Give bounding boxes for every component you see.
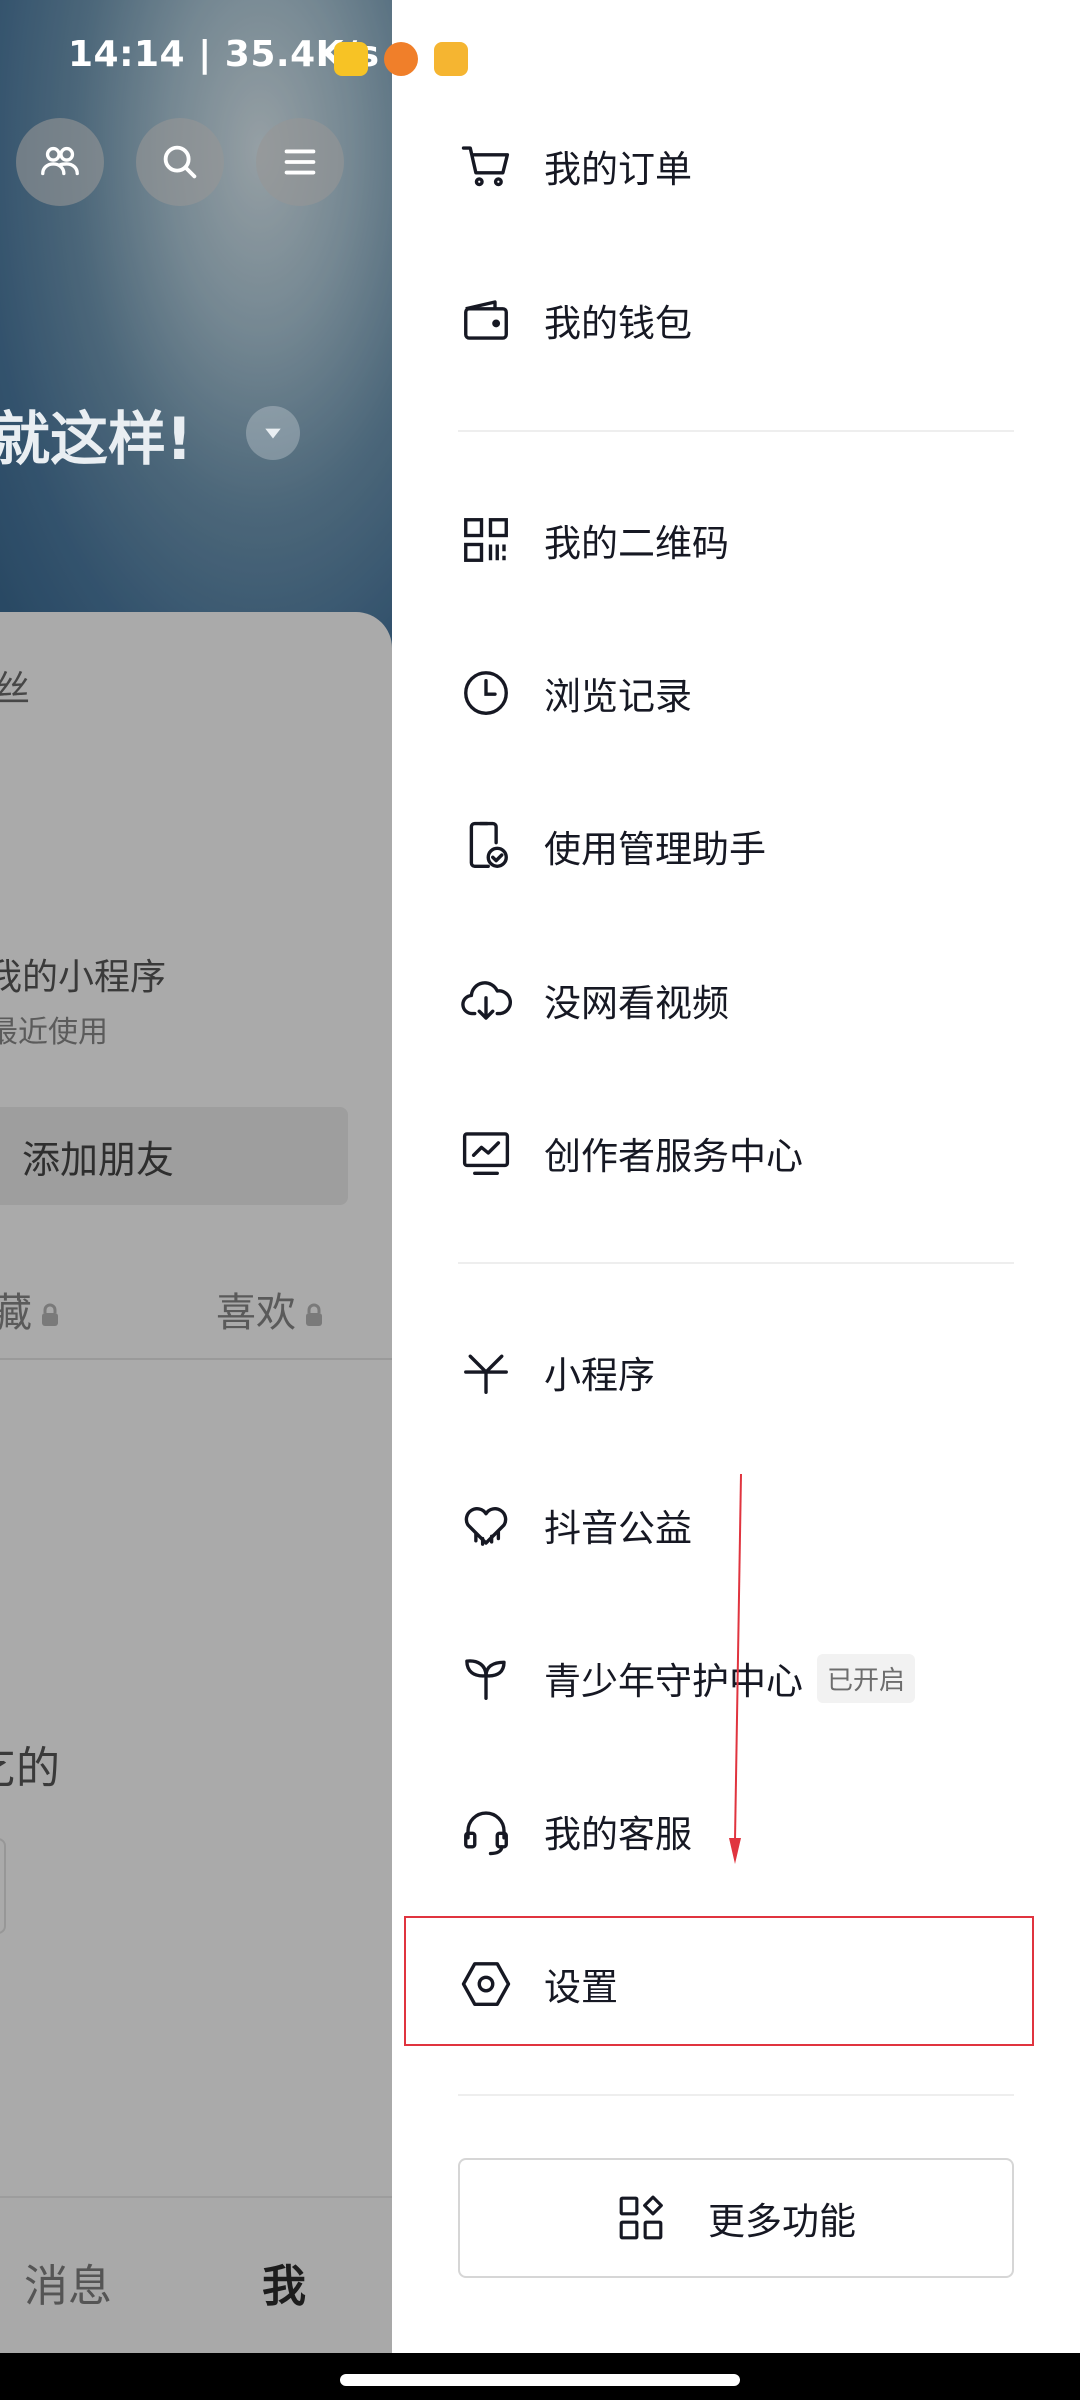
- menu-item-label: 青少年守护中心: [544, 1660, 803, 1703]
- nav-messages[interactable]: 消息: [24, 2250, 112, 2314]
- meituan-app-icon: [334, 42, 368, 76]
- nav-me[interactable]: 我: [262, 2250, 306, 2314]
- tabs-divider: [0, 1358, 392, 1360]
- lock-icon: [42, 1303, 58, 1326]
- tab-favorites-label: 藏: [0, 1290, 32, 1336]
- status-time-speed: 14:14 | 35.4K/s: [68, 34, 380, 75]
- highlight-box: [404, 1916, 1034, 2046]
- add-friend-button[interactable]: 添加朋友: [0, 1107, 348, 1205]
- menu-item-mini-programs[interactable]: 小程序: [458, 1322, 1018, 1422]
- menu-item-charity[interactable]: 抖音公益: [458, 1475, 1018, 1575]
- menu-item-label: 使用管理助手: [544, 828, 766, 871]
- notification-app-icon: [384, 42, 418, 76]
- search-icon: [163, 145, 197, 179]
- menu-item-label: 创作者服务中心: [544, 1135, 803, 1178]
- friends-button[interactable]: [16, 118, 104, 206]
- triangle-down-icon: [265, 428, 281, 439]
- monitor-chart-icon: [458, 1125, 514, 1181]
- qrcode-icon: [458, 512, 514, 568]
- lock-icon: [306, 1303, 322, 1326]
- profile-content-card: [0, 612, 392, 2353]
- menu-item-offline-video[interactable]: 没网看视频: [458, 950, 1018, 1050]
- menu-item-orders[interactable]: 我的订单: [458, 116, 1018, 216]
- heart-rain-icon: [458, 1497, 514, 1553]
- hamburger-icon: [284, 149, 316, 175]
- headset-icon: [458, 1803, 514, 1859]
- menu-item-label: 抖音公益: [544, 1507, 692, 1550]
- bottom-navigation: 消息 我: [0, 2196, 392, 2353]
- search-button[interactable]: [136, 118, 224, 206]
- menu-item-youth-protection[interactable]: 青少年守护中心 已开启: [458, 1628, 1018, 1728]
- tab-favorites[interactable]: 藏: [0, 1280, 60, 1338]
- menu-item-label: 小程序: [544, 1354, 655, 1397]
- menu-item-wallet[interactable]: 我的钱包: [458, 270, 1018, 370]
- menu-divider: [458, 430, 1014, 432]
- menu-item-label: 我的钱包: [544, 302, 692, 345]
- friends-icon: [41, 146, 79, 176]
- wallet-icon: [458, 292, 514, 348]
- menu-item-history[interactable]: 浏览记录: [458, 643, 1018, 743]
- tab-likes[interactable]: 喜欢: [216, 1280, 324, 1338]
- more-features-label: 更多功能: [708, 2200, 856, 2243]
- profile-cover-background: [0, 0, 392, 660]
- asterisk-icon: [458, 1344, 514, 1400]
- status-badge: 已开启: [817, 1653, 916, 1703]
- more-features-button[interactable]: 更多功能: [458, 2158, 1014, 2278]
- menu-button[interactable]: [256, 118, 344, 206]
- profile-name: 就这样!: [0, 405, 193, 473]
- tab-likes-label: 喜欢: [216, 1290, 296, 1336]
- menu-item-usage-assistant[interactable]: 使用管理助手: [458, 796, 1018, 896]
- partial-heading: 乞的: [0, 1743, 60, 1794]
- cart-icon: [458, 138, 514, 194]
- mini-program-title[interactable]: 我的小程序: [0, 948, 166, 1000]
- menu-item-label: 我的二维码: [544, 522, 729, 565]
- home-indicator[interactable]: [340, 2374, 740, 2386]
- name-dropdown-button[interactable]: [246, 406, 300, 460]
- menu-item-label: 我的客服: [544, 1813, 692, 1856]
- message-app-icon: [434, 42, 468, 76]
- mini-program-subtitle: 最近使用: [0, 1015, 108, 1050]
- sprout-icon: [458, 1650, 514, 1706]
- menu-item-customer-service[interactable]: 我的客服: [458, 1781, 1018, 1881]
- grid-apps-icon: [619, 2195, 663, 2240]
- menu-item-creator-center[interactable]: 创作者服务中心: [458, 1103, 1018, 1203]
- phone-check-icon: [458, 818, 514, 874]
- add-friend-label: 添加朋友: [22, 1137, 175, 1182]
- profile-page-dimmed[interactable]: 14:14 | 35.4K/s 就这样! 丝 我的小程序 最近使用 添加朋友 藏…: [0, 0, 392, 2353]
- partial-input-edge: [0, 1838, 6, 1934]
- menu-divider: [458, 2094, 1014, 2096]
- cloud-download-icon: [458, 972, 514, 1028]
- menu-item-label: 我的订单: [544, 148, 692, 191]
- menu-item-label: 没网看视频: [544, 982, 729, 1025]
- menu-item-qrcode[interactable]: 我的二维码: [458, 490, 1018, 590]
- menu-divider: [458, 1262, 1014, 1264]
- menu-item-label: 浏览记录: [544, 675, 692, 718]
- clock-icon: [458, 665, 514, 721]
- fans-label: 丝: [0, 669, 31, 710]
